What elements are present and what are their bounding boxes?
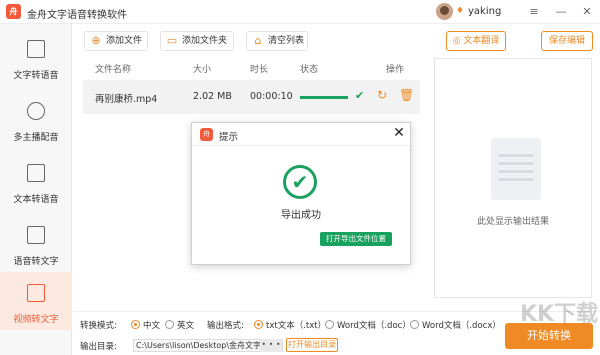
- format-radio-doc[interactable]: [325, 320, 334, 329]
- mode-radio-english[interactable]: [165, 320, 174, 329]
- close-icon[interactable]: ✕: [390, 124, 408, 142]
- table-row[interactable]: 再别康桥.mp4 2.02 MB 00:00:10 ✔ ↻ 🗑: [83, 80, 420, 114]
- translate-icon: ◎: [452, 36, 464, 46]
- file-duration: 00:00:10: [250, 91, 293, 102]
- progress-fill: [300, 96, 348, 99]
- mode-option-english: 英文: [177, 321, 195, 331]
- open-export-location-button[interactable]: 打开导出文件位置: [320, 232, 392, 246]
- mode-radio-chinese[interactable]: [131, 320, 140, 329]
- clear-list-button[interactable]: ⌂ 清空列表: [246, 31, 308, 51]
- format-radio-txt[interactable]: [254, 320, 263, 329]
- user-plus-icon: [27, 102, 45, 120]
- add-folder-label: 添加文件夹: [182, 36, 228, 46]
- preview-placeholder: 此处显示输出结果: [476, 217, 549, 227]
- add-file-button[interactable]: ⊕ 添加文件: [84, 31, 148, 51]
- folder-icon: ▭: [166, 34, 178, 47]
- format-option-docx: Word文档（.docx）: [422, 321, 501, 331]
- video-to-text-icon: [27, 284, 45, 302]
- close-window-icon[interactable]: ✕: [578, 3, 596, 21]
- sidebar-item-speech-to-text[interactable]: 语音转文字: [0, 214, 72, 272]
- sidebar-item-label: 视频转文字: [13, 315, 59, 325]
- plus-circle-icon: ⊕: [91, 34, 101, 47]
- document-placeholder-icon: [485, 132, 541, 200]
- output-dir-label: 输出目录:: [80, 342, 117, 352]
- sidebar-item-label: 多主播配音: [13, 133, 59, 143]
- app-logo-icon: 舟: [200, 128, 213, 141]
- sidebar: 文字转语音 多主播配音 文本转语音 语音转文字 视频转文字: [0, 24, 72, 355]
- format-radio-docx[interactable]: [410, 320, 419, 329]
- file-name: 再别康桥.mp4: [95, 94, 158, 105]
- sidebar-item-video-to-text[interactable]: 视频转文字: [0, 272, 72, 330]
- minimize-icon[interactable]: —: [552, 3, 570, 21]
- open-output-dir-button[interactable]: 打开输出目录: [286, 338, 338, 352]
- progress-bar: [300, 96, 348, 99]
- mode-label: 转换模式:: [80, 321, 117, 331]
- username[interactable]: yaking: [468, 6, 501, 17]
- save-edit-button[interactable]: 保存编辑: [541, 31, 593, 51]
- text-to-speech-icon: [27, 40, 45, 58]
- speech-to-text-icon: [27, 226, 45, 244]
- format-option-txt: txt文本（.txt）: [266, 321, 327, 331]
- retry-icon[interactable]: ↻: [375, 88, 389, 102]
- mode-option-chinese: 中文: [143, 321, 161, 331]
- sidebar-item-label: 文本转语音: [13, 195, 59, 205]
- add-file-label: 添加文件: [106, 36, 143, 46]
- dialog-divider: [192, 145, 410, 146]
- sidebar-item-label: 文字转语音: [13, 71, 59, 81]
- format-option-doc: Word文档（.doc）: [337, 321, 411, 331]
- sidebar-item-label: 语音转文字: [13, 257, 59, 267]
- user-avatar[interactable]: [436, 3, 453, 20]
- text-translate-button[interactable]: ◎ 文本翻译: [446, 31, 506, 51]
- dialog-title: 提示: [219, 132, 239, 143]
- watermark: KK下载: [520, 302, 599, 327]
- col-duration: 时长: [250, 65, 269, 75]
- document-icon: [27, 164, 45, 182]
- clear-list-label: 清空列表: [268, 36, 305, 46]
- app-title: 金舟文字语音转换软件: [27, 10, 127, 21]
- broom-icon: ⌂: [254, 34, 262, 47]
- vip-badge-icon: ♦: [456, 6, 465, 16]
- col-name: 文件名称: [95, 65, 132, 75]
- sidebar-item-doc-to-speech[interactable]: 文本转语音: [0, 152, 72, 210]
- col-action: 操作: [386, 65, 405, 75]
- success-check-icon: ✔: [283, 165, 317, 199]
- export-success-dialog: 舟 提示 ✕ ✔ 导出成功 打开导出文件位置: [191, 122, 411, 265]
- file-size: 2.02 MB: [193, 91, 232, 102]
- add-folder-button[interactable]: ▭ 添加文件夹: [160, 31, 234, 51]
- menu-icon[interactable]: ≡: [525, 3, 543, 21]
- done-check-icon: ✔: [355, 89, 365, 102]
- dialog-message: 导出成功: [281, 210, 321, 221]
- sidebar-item-text-to-speech[interactable]: 文字转语音: [0, 28, 72, 86]
- browse-button[interactable]: • • •: [260, 339, 282, 352]
- col-size: 大小: [193, 65, 212, 75]
- table-header: 文件名称 大小 时长 状态 操作: [83, 60, 420, 76]
- app-logo-icon: 舟: [6, 4, 21, 19]
- title-bar: 舟 金舟文字语音转换软件 ♦ yaking ≡ — ✕: [0, 0, 600, 24]
- sidebar-item-multi-voice[interactable]: 多主播配音: [0, 90, 72, 148]
- delete-icon[interactable]: 🗑: [399, 88, 414, 102]
- format-label: 输出格式:: [207, 321, 244, 331]
- col-status: 状态: [300, 65, 319, 75]
- text-translate-label: 文本翻译: [463, 36, 500, 46]
